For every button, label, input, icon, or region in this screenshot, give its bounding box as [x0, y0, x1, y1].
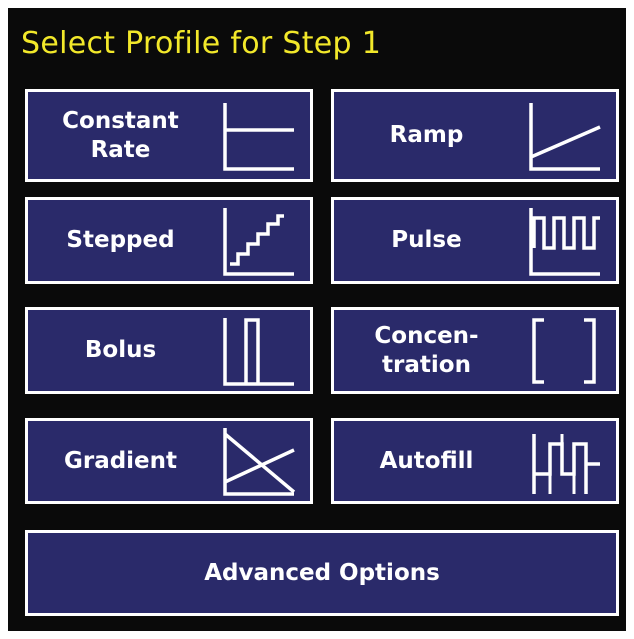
gradient-label: Gradient — [63, 447, 178, 474]
constant-rate-icon — [223, 102, 294, 171]
gradient-button[interactable]: Gradient — [25, 418, 313, 504]
autofill-button[interactable]: Autofill — [331, 418, 619, 504]
constant-rate-button[interactable]: Constant Rate — [25, 89, 313, 182]
bolus-label: Bolus — [84, 337, 157, 364]
gradient-icon — [223, 428, 296, 496]
autofill-label: Autofill — [379, 447, 474, 474]
ramp-button[interactable]: Ramp — [331, 89, 619, 182]
advanced-options-button[interactable]: Advanced Options — [25, 530, 619, 616]
ramp-label: Ramp — [389, 122, 464, 149]
stepped-button[interactable]: Stepped — [25, 197, 313, 284]
bolus-button[interactable]: Bolus — [25, 307, 313, 394]
advanced-options-label: Advanced Options — [204, 559, 440, 586]
concentration-icon — [532, 317, 596, 384]
pulse-button[interactable]: Pulse — [331, 197, 619, 284]
screen-title: Select Profile for Step 1 — [21, 26, 382, 61]
concentration-button[interactable]: Concen- tration — [331, 307, 619, 394]
ramp-icon — [529, 102, 601, 171]
concentration-label: Concen- tration — [374, 322, 479, 378]
autofill-icon — [532, 434, 600, 494]
constant-rate-label: Constant Rate — [62, 107, 179, 163]
pulse-icon — [529, 207, 600, 276]
profile-select-screen: Select Profile for Step 1 Constant Rate … — [8, 8, 626, 631]
stepped-icon — [223, 207, 294, 276]
pulse-label: Pulse — [391, 227, 462, 254]
stepped-label: Stepped — [66, 227, 175, 254]
bolus-icon — [223, 317, 294, 386]
